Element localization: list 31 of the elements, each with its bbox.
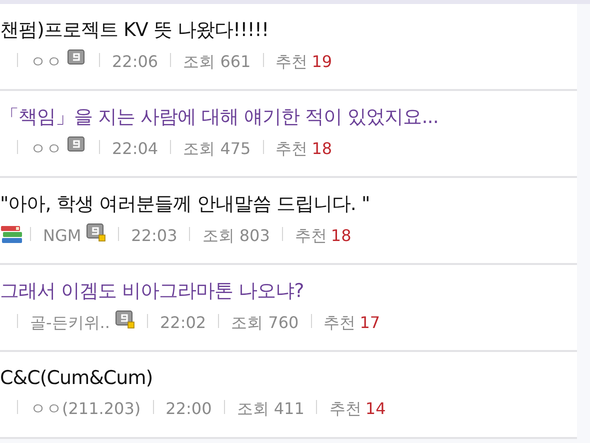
post-time: 22:03 <box>131 226 178 245</box>
view-count: 조회 411 <box>236 399 304 418</box>
post-time: 22:00 <box>166 399 212 418</box>
view-count: 조회 760 <box>231 313 299 332</box>
view-count: 조회 661 <box>183 52 251 71</box>
post-time: 22:04 <box>112 139 158 158</box>
recommend-label: 추천 <box>276 139 308 158</box>
recommend-label: 추천 <box>324 313 356 332</box>
post-writer: NGM <box>43 226 82 245</box>
recommend-label: 추천 <box>329 399 362 418</box>
recommend-count: 17 <box>360 313 380 332</box>
recommend-count: 14 <box>365 399 386 418</box>
recommend-count: 19 <box>312 52 332 71</box>
post-title[interactable]: 그래서 이겜도 비아그라마톤 나오냐? <box>0 277 577 305</box>
post-time: 22:02 <box>160 313 206 332</box>
post-writer: ㅇㅇ(211.203) <box>30 399 141 418</box>
post-title[interactable]: 챈펌)프로젝트 KV 뜻 나왔다!!!!! <box>0 16 577 44</box>
recommend-label: 추천 <box>276 52 308 71</box>
post-writer: 골-든키위.. <box>30 313 110 332</box>
recommend-label: 추천 <box>294 226 327 245</box>
books-icon <box>0 224 24 244</box>
post-time: 22:06 <box>112 52 158 71</box>
post-title[interactable]: 「책임」을 지는 사람에 대해 얘기한 적이 있었지요... <box>0 103 577 131</box>
post-title[interactable]: C&C(Cum&Cum) <box>0 364 577 392</box>
view-count: 조회 803 <box>202 226 270 245</box>
recommend-count: 18 <box>330 226 352 245</box>
recommend-count: 18 <box>312 139 332 158</box>
post-title[interactable]: "아아, 학생 여러분들께 안내말씀 드립니다. " <box>0 190 577 218</box>
view-count: 조회 475 <box>183 139 251 158</box>
post-writer: ㅇㅇ <box>30 52 62 71</box>
post-writer: ㅇㅇ <box>30 139 62 158</box>
